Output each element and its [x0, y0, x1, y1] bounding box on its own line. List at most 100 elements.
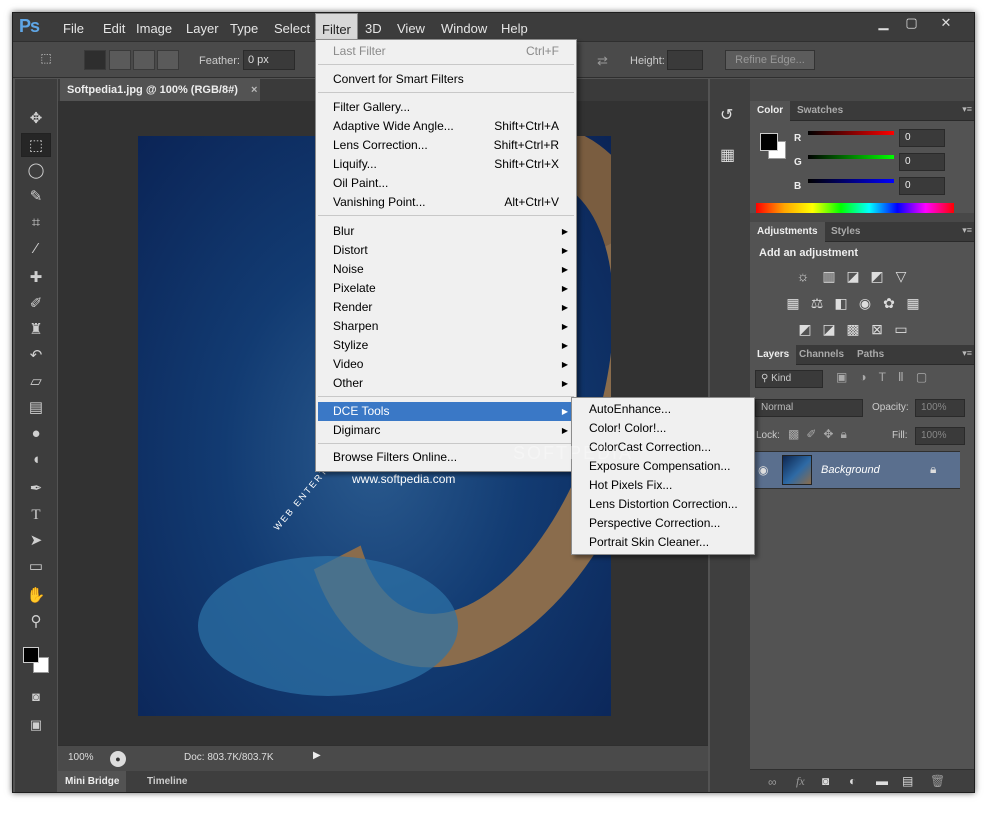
type-tool-icon[interactable]: T: [21, 503, 51, 527]
rectangle-tool-icon[interactable]: ▭: [21, 555, 51, 579]
foreground-color-swatch-top[interactable]: [23, 647, 39, 663]
height-input[interactable]: [667, 50, 703, 70]
exposure-icon[interactable]: ◩: [868, 268, 886, 284]
submenu-item-portrait-skin-cleaner[interactable]: Portrait Skin Cleaner...: [574, 533, 752, 552]
photo-filter-icon[interactable]: ◉: [856, 295, 874, 311]
fx-icon[interactable]: fx: [796, 774, 805, 789]
g-value[interactable]: 0: [899, 153, 945, 171]
menu-item-filter-gallery[interactable]: Filter Gallery...: [318, 98, 574, 117]
posterize-icon[interactable]: ◪: [820, 321, 838, 337]
r-slider[interactable]: [808, 131, 894, 135]
submenu-item-color-color[interactable]: Color! Color!...: [574, 419, 752, 438]
tab-timeline[interactable]: Timeline: [140, 771, 194, 792]
zoom-tool-icon[interactable]: ⚲: [21, 610, 51, 634]
menu-item-video[interactable]: Video ▶: [318, 355, 574, 374]
brightness-icon[interactable]: ☼: [794, 268, 812, 284]
menu-window[interactable]: Window: [435, 13, 493, 41]
move-tool-icon[interactable]: ✥: [21, 107, 51, 131]
levels-icon[interactable]: ▥: [820, 268, 838, 284]
menu-type[interactable]: Type: [224, 13, 264, 41]
g-slider[interactable]: [808, 155, 894, 159]
tab-adjustments[interactable]: Adjustments: [750, 222, 825, 242]
submenu-item-perspective-correction[interactable]: Perspective Correction...: [574, 514, 752, 533]
submenu-item-autoenhance[interactable]: AutoEnhance...: [574, 400, 752, 419]
new-selection-button[interactable]: [84, 50, 106, 70]
zoom-level[interactable]: 100%: [68, 752, 94, 763]
crop-tool-icon[interactable]: ⌗: [21, 211, 51, 235]
swap-icon[interactable]: ⇄: [597, 53, 608, 69]
pen-tool-icon[interactable]: ✒: [21, 477, 51, 501]
color-balance-icon[interactable]: ⚖: [808, 295, 826, 311]
tab-paths[interactable]: Paths: [850, 345, 891, 365]
status-info-icon[interactable]: ●: [110, 751, 126, 767]
layer-name[interactable]: Background: [821, 464, 880, 476]
tab-swatches[interactable]: Swatches: [790, 101, 850, 121]
tab-channels[interactable]: Channels: [792, 345, 851, 365]
menu-item-digimarc[interactable]: Digimarc ▶: [318, 421, 574, 440]
invert-icon[interactable]: ◩: [796, 321, 814, 337]
new-group-icon[interactable]: ▬: [876, 774, 888, 788]
feather-input[interactable]: 0 px: [243, 50, 295, 70]
eyedropper-tool-icon[interactable]: ⁄: [21, 237, 51, 261]
menu-layer[interactable]: Layer: [180, 13, 225, 41]
stamp-tool-icon[interactable]: ♜: [21, 318, 51, 342]
menu-item-liquify[interactable]: Liquify... Shift+Ctrl+X: [318, 155, 574, 174]
dodge-tool-icon[interactable]: ◖: [21, 448, 51, 472]
visibility-eye-icon[interactable]: ◉: [758, 463, 768, 477]
submenu-item-hot-pixels-fix[interactable]: Hot Pixels Fix...: [574, 476, 752, 495]
history-brush-icon[interactable]: ↶: [21, 344, 51, 368]
kind-filter-dropdown[interactable]: ⚲ Kind: [755, 370, 823, 388]
subtract-selection-button[interactable]: [133, 50, 155, 70]
properties-panel-icon[interactable]: ▦: [720, 145, 735, 165]
vibrance-icon[interactable]: ▽: [892, 268, 910, 284]
hue-saturation-icon[interactable]: ▦: [784, 295, 802, 311]
b-value[interactable]: 0: [899, 177, 945, 195]
panel-menu-icon[interactable]: ▾≡: [962, 104, 972, 115]
tab-close-icon[interactable]: ×: [251, 84, 257, 96]
panel-menu-icon[interactable]: ▾≡: [962, 348, 972, 359]
maximize-icon[interactable]: ▢: [898, 14, 925, 34]
b-slider[interactable]: [808, 179, 894, 183]
menu-item-pixelate[interactable]: Pixelate ▶: [318, 279, 574, 298]
lasso-tool-icon[interactable]: ◯: [21, 159, 51, 183]
document-tab[interactable]: Softpedia1.jpg @ 100% (RGB/8#) ×: [60, 79, 260, 101]
color-fg-swatch-top[interactable]: [760, 133, 778, 151]
refine-edge-button[interactable]: Refine Edge...: [725, 50, 815, 70]
menu-item-lens-correction[interactable]: Lens Correction... Shift+Ctrl+R: [318, 136, 574, 155]
lock-icons[interactable]: ▩✐✥🔒︎: [788, 427, 854, 442]
menu-edit[interactable]: Edit: [97, 13, 131, 41]
marquee-tool-icon[interactable]: ⬚: [21, 133, 51, 157]
menu-item-noise[interactable]: Noise ▶: [318, 260, 574, 279]
menu-item-adaptive-wide-angle[interactable]: Adaptive Wide Angle... Shift+Ctrl+A: [318, 117, 574, 136]
gradient-map-icon[interactable]: ▭: [892, 321, 910, 337]
selective-color-icon[interactable]: ⊠: [868, 321, 886, 337]
menu-item-dce-tools[interactable]: DCE Tools ▶: [318, 402, 574, 421]
menu-view[interactable]: View: [391, 13, 431, 41]
menu-item-last-filter[interactable]: Last Filter Ctrl+F: [318, 42, 574, 61]
status-menu-arrow-icon[interactable]: ▶: [313, 750, 325, 766]
blend-mode-dropdown[interactable]: Normal: [755, 399, 863, 417]
brush-tool-icon[interactable]: ✐: [21, 292, 51, 316]
menu-item-oil-paint[interactable]: Oil Paint...: [318, 174, 574, 193]
eraser-tool-icon[interactable]: ▱: [21, 370, 51, 394]
menu-filter[interactable]: Filter: [315, 13, 358, 41]
menu-item-blur[interactable]: Blur ▶: [318, 222, 574, 241]
menu-item-vanishing-point[interactable]: Vanishing Point... Alt+Ctrl+V: [318, 193, 574, 212]
layer-row-background[interactable]: ◉ Background 🔒︎: [750, 451, 960, 489]
layer-filter-icons[interactable]: ▣◑TⅡ▢: [836, 370, 939, 384]
add-mask-icon[interactable]: ◙: [822, 774, 829, 788]
panel-menu-icon[interactable]: ▾≡: [962, 225, 972, 236]
menu-item-sharpen[interactable]: Sharpen ▶: [318, 317, 574, 336]
quick-mask-icon[interactable]: ◙: [21, 685, 51, 709]
menu-item-convert-smart-filters[interactable]: Convert for Smart Filters: [318, 70, 574, 89]
menu-item-render[interactable]: Render ▶: [318, 298, 574, 317]
opacity-input[interactable]: 100%: [915, 399, 965, 417]
curves-icon[interactable]: ◪: [844, 268, 862, 284]
menu-item-distort[interactable]: Distort ▶: [318, 241, 574, 260]
menu-help[interactable]: Help: [495, 13, 534, 41]
tab-mini-bridge[interactable]: Mini Bridge: [58, 771, 127, 792]
channel-mixer-icon[interactable]: ✿: [880, 295, 898, 311]
menu-image[interactable]: Image: [130, 13, 178, 41]
minimize-icon[interactable]: ▁: [870, 14, 897, 34]
color-ramp[interactable]: [756, 203, 954, 213]
